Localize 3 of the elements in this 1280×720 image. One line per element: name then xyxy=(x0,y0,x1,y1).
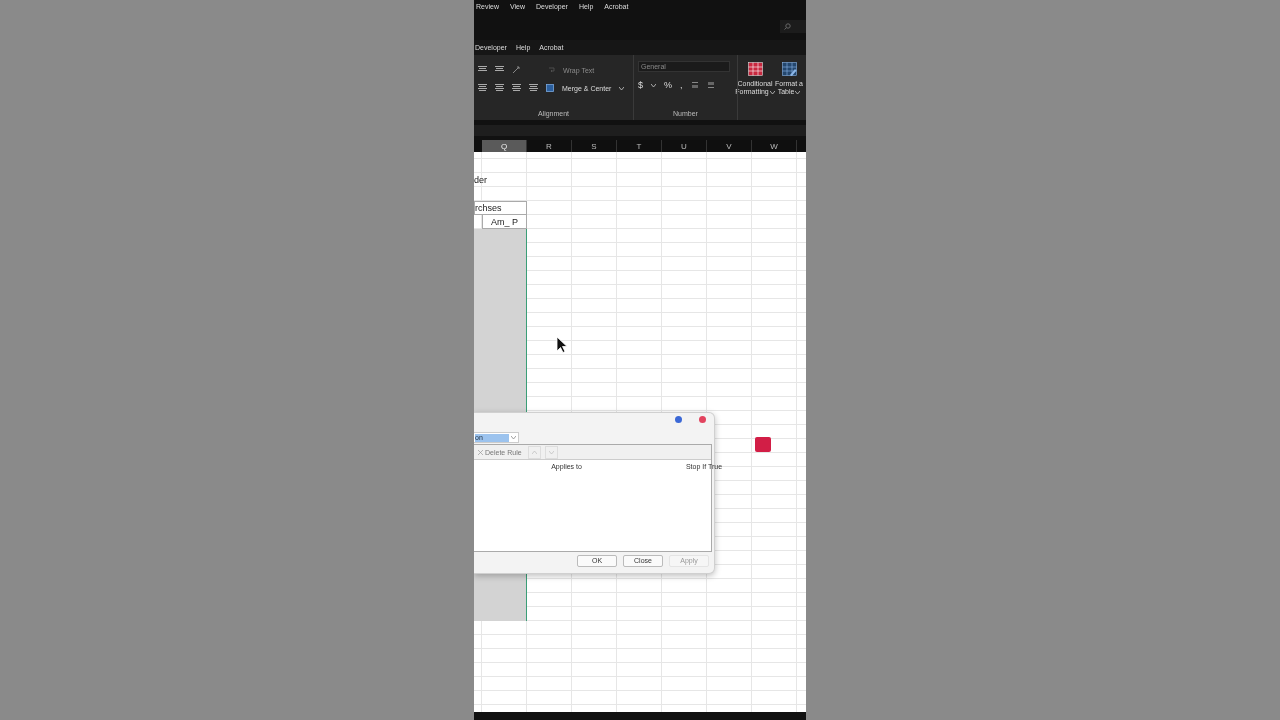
cell-text: der xyxy=(474,175,487,185)
table-cell: rchses xyxy=(474,201,527,215)
table-cell: Am_ P xyxy=(482,215,527,229)
